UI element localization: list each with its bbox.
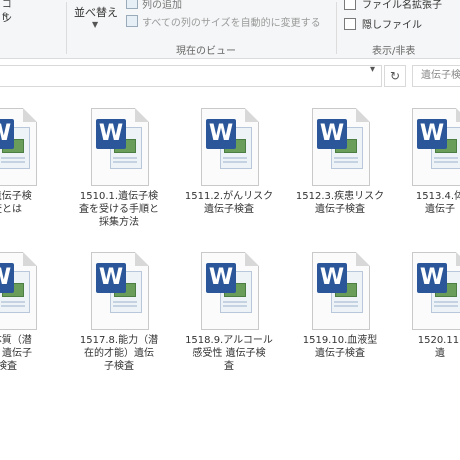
file-item[interactable]: W 1510.1.遺伝子検 査を受ける手順と 採集方法 bbox=[69, 108, 169, 248]
file-name: 0.遺伝子検 査とは bbox=[0, 191, 32, 215]
word-document-icon: W bbox=[0, 108, 37, 186]
word-document-icon: W bbox=[412, 108, 460, 186]
word-logo-icon: W bbox=[417, 119, 447, 149]
file-item[interactable]: W 7.体質（潜 在）遺伝子 検査 bbox=[0, 252, 57, 392]
file-name: 1513.4.体 遺伝子 bbox=[415, 191, 460, 215]
word-logo-icon: W bbox=[317, 263, 347, 293]
word-logo-icon: W bbox=[417, 263, 447, 293]
word-document-icon: W bbox=[201, 252, 259, 330]
file-item[interactable]: W 1511.2.がんリスク 遺伝子検査 bbox=[179, 108, 279, 248]
file-name: 7.体質（潜 在）遺伝子 検査 bbox=[0, 335, 32, 372]
file-name: 1512.3.疾患リスク 遺伝子検査 bbox=[295, 191, 385, 215]
file-item[interactable]: W 0.遺伝子検 査とは bbox=[0, 108, 57, 248]
word-document-icon: W bbox=[201, 108, 259, 186]
word-document-icon: W bbox=[312, 108, 370, 186]
word-logo-icon: W bbox=[317, 119, 347, 149]
file-name: 1511.2.がんリスク 遺伝子検査 bbox=[184, 191, 274, 215]
word-document-icon: W bbox=[0, 252, 37, 330]
word-logo-icon: W bbox=[96, 263, 126, 293]
file-item[interactable]: W 1519.10.血液型 遺伝子検査 bbox=[290, 252, 390, 392]
file-list: W 0.遺伝子検 査とは W 1510.1.遺伝子検 査を受ける手順と 採集方法… bbox=[0, 0, 460, 460]
word-logo-icon: W bbox=[206, 119, 236, 149]
file-name: 1518.9.アルコール 感受性 遺伝子検 査 bbox=[185, 335, 273, 372]
file-name: 1510.1.遺伝子検 査を受ける手順と 採集方法 bbox=[79, 191, 159, 228]
word-logo-icon: W bbox=[0, 119, 14, 149]
file-name: 1519.10.血液型 遺伝子検査 bbox=[302, 335, 378, 359]
file-item[interactable]: W 1513.4.体 遺伝子 bbox=[390, 108, 460, 248]
word-document-icon: W bbox=[91, 108, 149, 186]
word-logo-icon: W bbox=[206, 263, 236, 293]
file-item[interactable]: W 1518.9.アルコール 感受性 遺伝子検 査 bbox=[179, 252, 279, 392]
word-logo-icon: W bbox=[96, 119, 126, 149]
word-document-icon: W bbox=[412, 252, 460, 330]
file-name: 1520.11. 遺 bbox=[417, 335, 460, 359]
file-item[interactable]: W 1512.3.疾患リスク 遺伝子検査 bbox=[290, 108, 390, 248]
file-item[interactable]: W 1520.11. 遺 bbox=[390, 252, 460, 392]
word-logo-icon: W bbox=[0, 263, 14, 293]
file-item[interactable]: W 1517.8.能力（潜 在的才能）遺伝 子検査 bbox=[69, 252, 169, 392]
word-document-icon: W bbox=[91, 252, 149, 330]
file-name: 1517.8.能力（潜 在的才能）遺伝 子検査 bbox=[79, 335, 159, 372]
word-document-icon: W bbox=[312, 252, 370, 330]
